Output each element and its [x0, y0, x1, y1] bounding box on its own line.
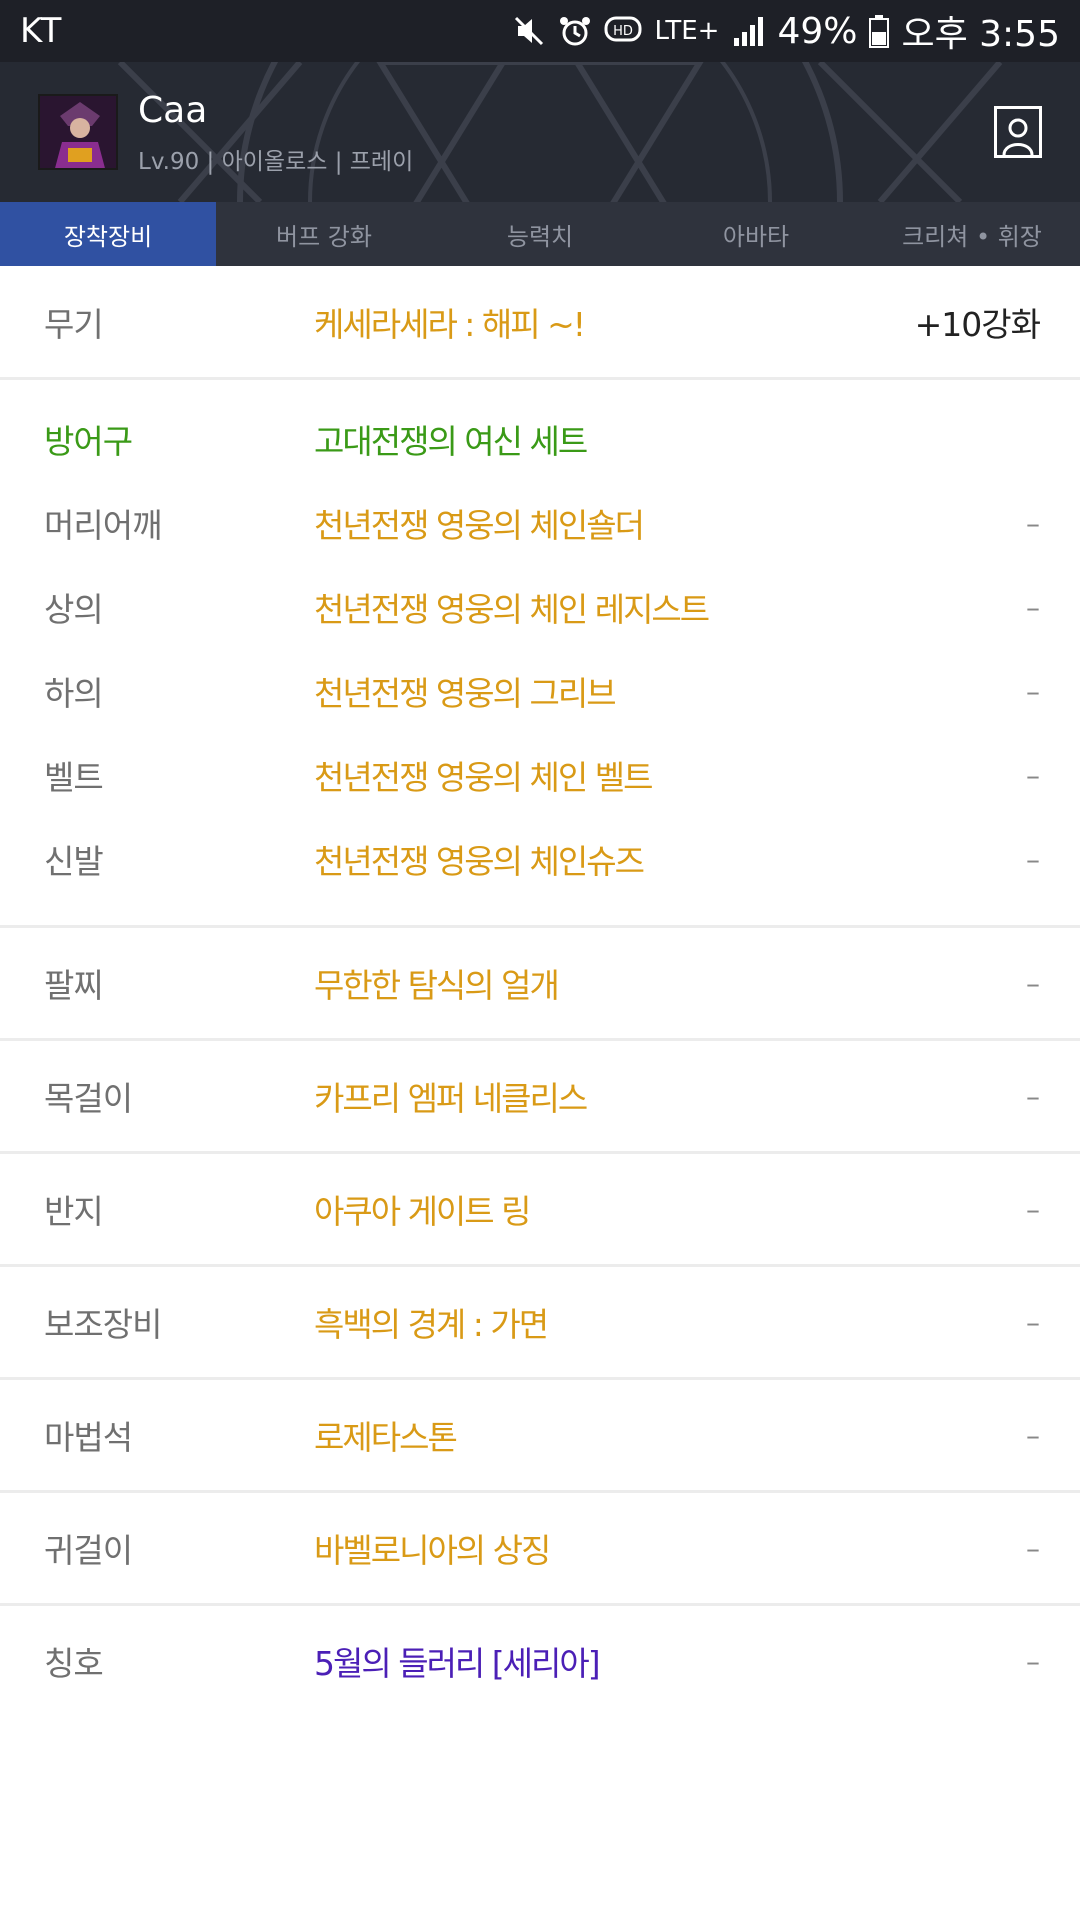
equipment-row-shoes[interactable]: 신발 천년전쟁 영웅의 체인슈즈 –: [0, 817, 1080, 901]
profile-button[interactable]: [994, 106, 1042, 158]
slot-label: 신발: [44, 842, 104, 881]
clock: 오후 3:55: [901, 14, 1060, 55]
character-name: Caa: [138, 90, 208, 131]
avatar: [38, 94, 118, 170]
item-name: 흑백의 경계 : 가면: [314, 1305, 549, 1344]
enhance-level: –: [1026, 1305, 1040, 1339]
mute-icon: [512, 11, 546, 51]
enhance-level: –: [1026, 966, 1040, 1000]
slot-label: 마법석: [44, 1418, 133, 1457]
slot-label: 팔찌: [44, 966, 104, 1005]
tab-equipped[interactable]: 장착장비: [0, 202, 216, 266]
slot-label: 머리어깨: [44, 506, 162, 545]
network-type-label: LTE+: [654, 16, 720, 46]
item-name: 천년전쟁 영웅의 체인 벨트: [314, 758, 653, 797]
header-pattern-decoration: [117, 62, 1003, 202]
battery-icon: [869, 11, 890, 51]
armor-set-row[interactable]: 방어구 고대전쟁의 여신 세트: [0, 397, 1080, 481]
slot-label: 귀걸이: [44, 1531, 133, 1570]
tab-creature-emblem[interactable]: 크리쳐 • 휘장: [864, 202, 1080, 266]
equipment-row-weapon[interactable]: 무기 케세라세라 : 해피 ~! +10강화: [0, 266, 1080, 377]
item-name: 아쿠아 게이트 링: [314, 1192, 532, 1231]
enhance-level: –: [1026, 590, 1040, 624]
item-name: 천년전쟁 영웅의 그리브: [314, 674, 617, 713]
equipment-row-bottom[interactable]: 하의 천년전쟁 영웅의 그리브 –: [0, 649, 1080, 733]
slot-label: 칭호: [44, 1644, 104, 1683]
equipment-row-earring[interactable]: 귀걸이 바벨로니아의 상징 –: [0, 1493, 1080, 1603]
equipment-row-shoulder[interactable]: 머리어깨 천년전쟁 영웅의 체인숄더 –: [0, 481, 1080, 565]
equipment-list: 무기 케세라세라 : 해피 ~! +10강화 방어구 고대전쟁의 여신 세트 머…: [0, 266, 1080, 1716]
slot-label: 방어구: [44, 422, 133, 461]
enhance-level: –: [1026, 506, 1040, 540]
equipment-row-magic-stone[interactable]: 마법석 로제타스톤 –: [0, 1380, 1080, 1490]
enhance-level: –: [1026, 758, 1040, 792]
enhance-level: –: [1026, 1079, 1040, 1113]
item-name: 바벨로니아의 상징: [314, 1531, 551, 1570]
equipment-row-ring[interactable]: 반지 아쿠아 게이트 링 –: [0, 1154, 1080, 1264]
slot-label: 벨트: [44, 758, 104, 797]
enhance-level: –: [1026, 1418, 1040, 1452]
item-name: 케세라세라 : 해피 ~!: [314, 304, 586, 344]
hd-voice-icon: HD: [604, 11, 642, 51]
equipment-row-support[interactable]: 보조장비 흑백의 경계 : 가면 –: [0, 1267, 1080, 1377]
item-name: 천년전쟁 영웅의 체인슈즈: [314, 842, 645, 881]
enhance-level: –: [1026, 1644, 1040, 1678]
item-name: 5월의 들러리 [세리아]: [314, 1644, 601, 1683]
slot-label: 반지: [44, 1192, 104, 1231]
character-info: Lv.90 | 아이올로스 | 프레이: [138, 149, 414, 175]
equipment-row-bracelet[interactable]: 팔찌 무한한 탐식의 얼개 –: [0, 928, 1080, 1038]
item-name: 무한한 탐식의 얼개: [314, 966, 560, 1005]
slot-label: 무기: [44, 304, 104, 344]
battery-percent: 49%: [777, 10, 858, 52]
enhance-level: –: [1026, 1192, 1040, 1226]
tab-bar: 장착장비 버프 강화 능력치 아바타 크리쳐 • 휘장: [0, 202, 1080, 266]
carrier-label: KT: [20, 11, 63, 51]
enhance-level: –: [1026, 842, 1040, 876]
status-bar: KT HD LTE+ 49% 오후 3:55: [0, 0, 1080, 62]
slot-label: 하의: [44, 674, 104, 713]
equipment-row-title[interactable]: 칭호 5월의 들러리 [세리아] –: [0, 1606, 1080, 1716]
tab-stats[interactable]: 능력치: [432, 202, 648, 266]
alarm-icon: [558, 11, 592, 51]
item-name: 천년전쟁 영웅의 체인 레지스트: [314, 590, 710, 629]
set-name: 고대전쟁의 여신 세트: [314, 422, 588, 461]
item-name: 로제타스톤: [314, 1418, 458, 1457]
svg-text:HD: HD: [614, 24, 634, 39]
equipment-row-necklace[interactable]: 목걸이 카프리 엠퍼 네클리스 –: [0, 1041, 1080, 1151]
slot-label: 상의: [44, 590, 104, 629]
profile-header: Caa Lv.90 | 아이올로스 | 프레이: [0, 62, 1080, 202]
equipment-row-top[interactable]: 상의 천년전쟁 영웅의 체인 레지스트 –: [0, 565, 1080, 649]
enhance-level: +10강화: [914, 304, 1041, 344]
signal-icon: [731, 11, 765, 51]
person-icon: [1002, 118, 1034, 155]
slot-label: 보조장비: [44, 1305, 162, 1344]
item-name: 천년전쟁 영웅의 체인숄더: [314, 506, 645, 545]
tab-avatar[interactable]: 아바타: [648, 202, 864, 266]
enhance-level: –: [1026, 1531, 1040, 1565]
slot-label: 목걸이: [44, 1079, 133, 1118]
tab-buff-enhance[interactable]: 버프 강화: [216, 202, 432, 266]
equipment-row-belt[interactable]: 벨트 천년전쟁 영웅의 체인 벨트 –: [0, 733, 1080, 817]
enhance-level: –: [1026, 674, 1040, 708]
item-name: 카프리 엠퍼 네클리스: [314, 1079, 588, 1118]
